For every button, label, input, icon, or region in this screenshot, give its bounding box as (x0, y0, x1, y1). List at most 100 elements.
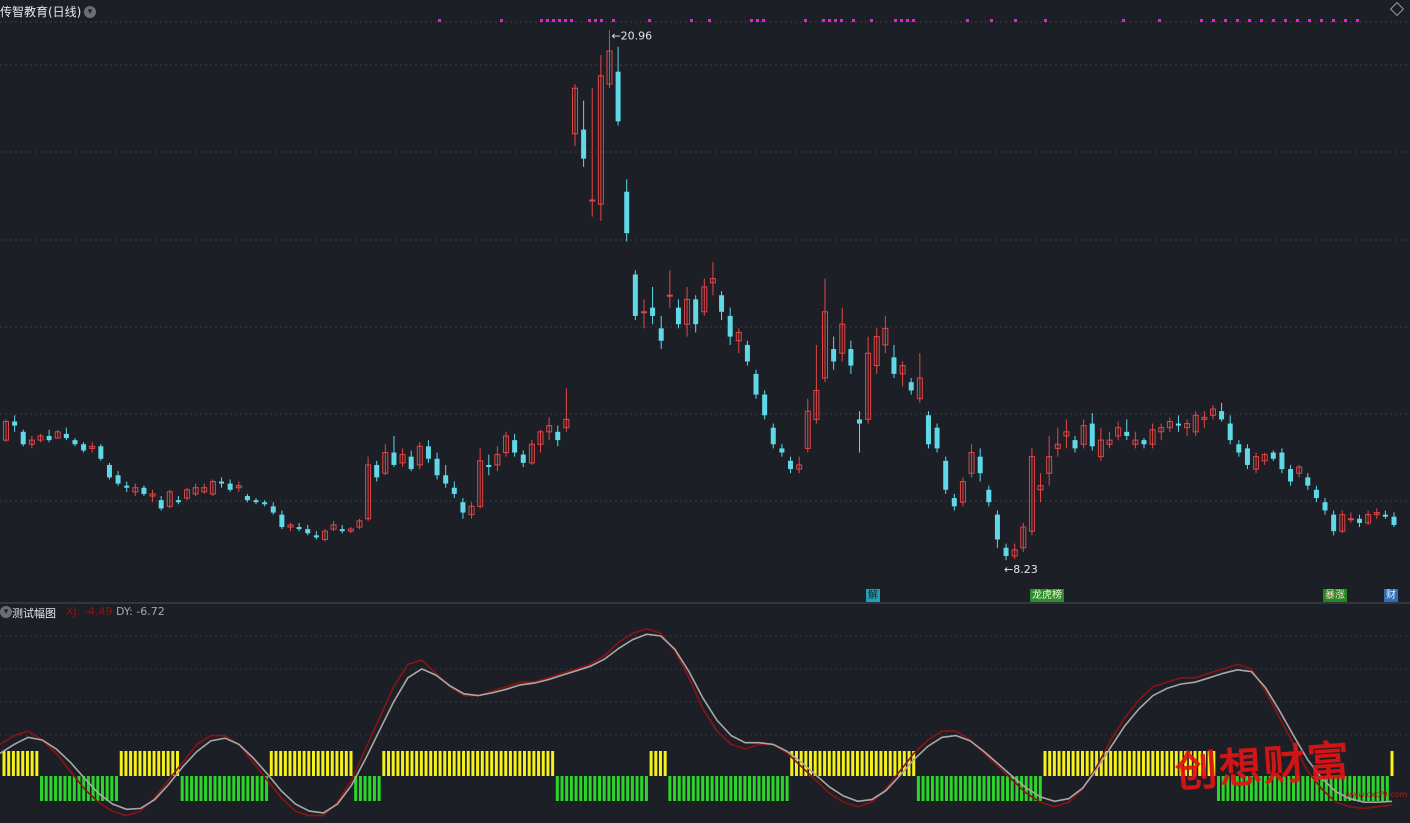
signal-bar-green (1001, 776, 1005, 801)
candle-body-down (72, 440, 78, 445)
signal-bar-green (715, 776, 719, 801)
signal-bar-yellow (663, 751, 667, 776)
signal-bar-yellow (1160, 751, 1164, 776)
signal-bar-green (115, 776, 119, 801)
signal-bar-yellow (2, 751, 6, 776)
signal-marker (1260, 19, 1263, 22)
event-tag-dragon-tiger[interactable]: 龙虎榜 (1030, 589, 1064, 602)
candle-body-down (831, 349, 837, 362)
signal-bar-green (752, 776, 756, 801)
signal-marker (1224, 19, 1227, 22)
candle-body-down (305, 529, 311, 534)
candle-body-down (270, 506, 276, 513)
candle-body-down (434, 458, 440, 476)
signal-bar-yellow (415, 751, 419, 776)
signal-bar-yellow (649, 751, 653, 776)
signal-marker (708, 19, 711, 22)
signal-bar-green (973, 776, 977, 801)
signal-bar-green (621, 776, 625, 801)
signal-bar-green (579, 776, 583, 801)
signal-bar-green (635, 776, 639, 801)
signal-bar-yellow (1043, 751, 1047, 776)
candle-body-down (1382, 514, 1388, 517)
signal-bar-yellow (527, 751, 531, 776)
candle-body-down (63, 433, 69, 439)
signal-bar-yellow (870, 751, 873, 776)
signal-bar-yellow (419, 751, 423, 776)
signal-marker (1296, 19, 1299, 22)
signal-bar-green (640, 776, 644, 801)
candle-body-down (486, 464, 492, 468)
signal-bar-green (757, 776, 761, 801)
signal-bar-yellow (508, 751, 512, 776)
candle-body-down (994, 514, 1000, 540)
indicator-dropdown-icon[interactable]: ▾ (0, 606, 12, 618)
signal-bar-yellow (1066, 751, 1070, 776)
signal-bar-yellow (30, 751, 34, 776)
watermark-logo: 创想财富 (1173, 735, 1353, 798)
signal-marker (570, 19, 573, 22)
candle-body-down (244, 495, 250, 501)
signal-bar-green (204, 776, 208, 801)
signal-bar-green (987, 776, 991, 801)
candle-body-down (451, 487, 457, 494)
signal-bar-green (734, 776, 738, 801)
signal-bar-green (724, 776, 728, 801)
candle-body-down (1288, 469, 1294, 482)
event-tag-surge[interactable]: 暴涨 (1323, 589, 1347, 602)
candle-body-down (762, 394, 768, 416)
signal-bar-green (701, 776, 705, 801)
signal-bar-yellow (518, 751, 522, 776)
signal-bar-yellow (1052, 751, 1056, 776)
signal-marker (1014, 19, 1017, 22)
signal-bar-green (719, 776, 723, 801)
signal-bar-green (687, 776, 691, 801)
signal-bar-yellow (865, 751, 869, 776)
signal-bar-green (213, 776, 217, 801)
signal-bar-yellow (401, 751, 405, 776)
signal-bar-yellow (311, 751, 315, 776)
candle-body-down (20, 431, 26, 445)
signal-marker (756, 19, 759, 22)
signal-bar-yellow (846, 751, 850, 776)
candle-body-down (744, 344, 750, 362)
signal-bar-green (593, 776, 597, 801)
candle-body-down (675, 307, 681, 325)
candle-body-down (227, 483, 233, 490)
event-tag-unlock[interactable]: 解 (866, 589, 880, 602)
candle-body-down (650, 307, 656, 316)
signal-marker (1332, 19, 1335, 22)
signal-bar-green (208, 776, 212, 801)
signal-bar-yellow (274, 751, 278, 776)
signal-marker (1344, 19, 1347, 22)
signal-bar-green (185, 776, 189, 801)
signal-bar-green (227, 776, 231, 801)
signal-marker (546, 19, 549, 22)
signal-bar-yellow (344, 751, 348, 776)
candle-body-up (589, 199, 596, 202)
indicator-title: 测试幅图 (12, 607, 56, 620)
signal-bar-green (49, 776, 53, 801)
signal-bar-yellow (1118, 751, 1122, 776)
signal-bar-green (236, 776, 240, 801)
signal-bar-green (72, 776, 76, 801)
signal-bar-yellow (1141, 751, 1145, 776)
signal-bar-yellow (1085, 751, 1089, 776)
signal-bar-yellow (893, 751, 897, 776)
signal-bar-yellow (513, 751, 517, 776)
candle-body-down (1331, 514, 1337, 532)
signal-bar-yellow (1123, 751, 1127, 776)
candle-body-down (925, 415, 931, 445)
signal-bar-yellow (457, 751, 461, 776)
signal-marker (552, 19, 555, 22)
signal-bar-yellow (35, 751, 39, 776)
signal-bar-green (705, 776, 709, 801)
candle-body-down (1391, 516, 1397, 525)
signal-bar-green (377, 776, 381, 801)
event-tag-finance[interactable]: 财 (1384, 589, 1398, 602)
signal-bar-green (96, 776, 100, 801)
candle-body-down (253, 500, 259, 503)
signal-bar-green (598, 776, 602, 801)
signal-marker (906, 19, 909, 22)
signal-bar-yellow (297, 751, 301, 776)
